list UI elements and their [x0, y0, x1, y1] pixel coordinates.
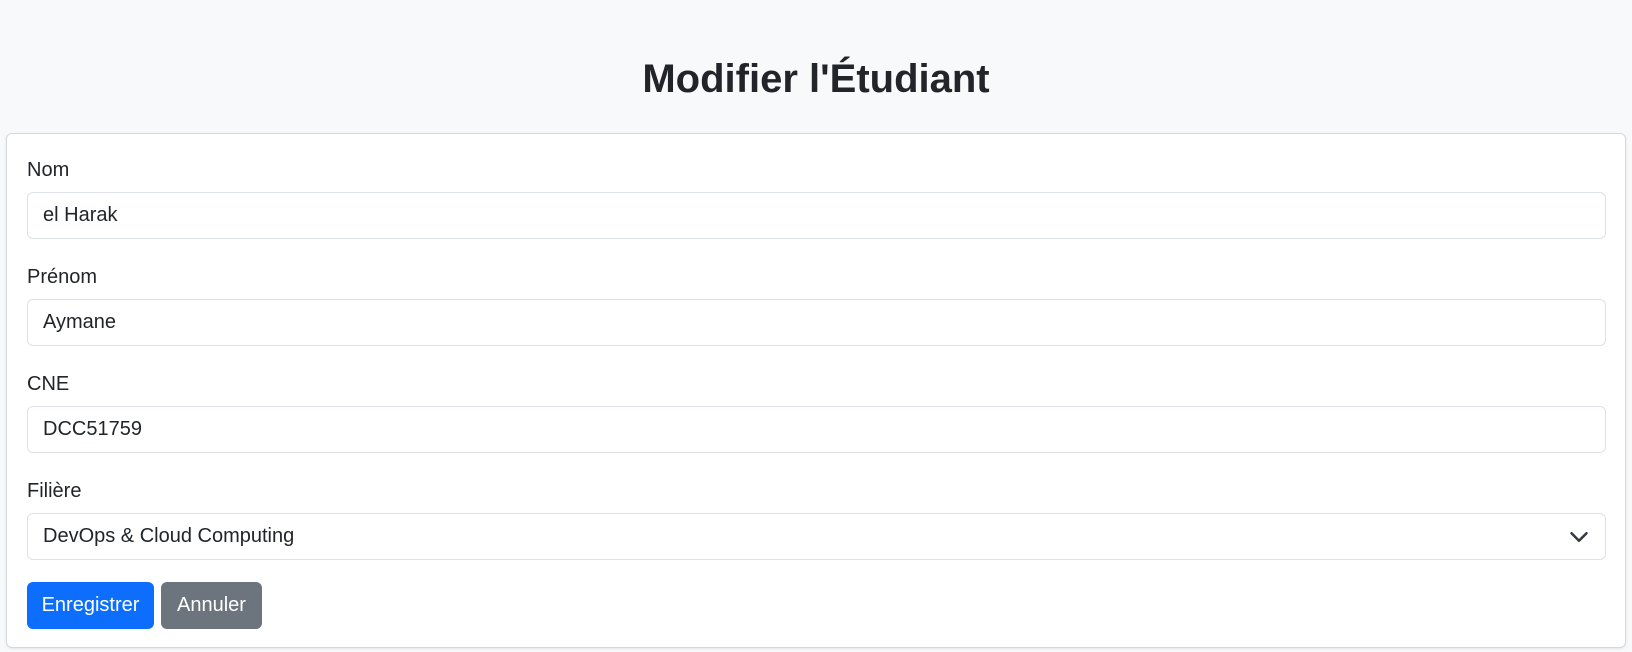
save-button[interactable]: Enregistrer	[27, 582, 154, 629]
cancel-button[interactable]: Annuler	[161, 582, 262, 629]
nom-input[interactable]	[27, 192, 1606, 239]
prenom-input[interactable]	[27, 299, 1606, 346]
prenom-label: Prénom	[27, 266, 98, 288]
chevron-down-icon	[1570, 532, 1588, 542]
cne-label: CNE	[27, 373, 70, 395]
filiere-select[interactable]: DevOps & Cloud Computing	[27, 513, 1606, 560]
filiere-label: Filière	[27, 480, 82, 502]
page-title: Modifier l'Étudiant	[642, 57, 990, 101]
filiere-selected-value: DevOps & Cloud Computing	[43, 525, 295, 547]
nom-label: Nom	[27, 159, 70, 181]
cne-input[interactable]	[27, 406, 1606, 453]
student-edit-form: Nom Prénom CNE Filière DevOps & Cloud Co…	[6, 133, 1626, 648]
